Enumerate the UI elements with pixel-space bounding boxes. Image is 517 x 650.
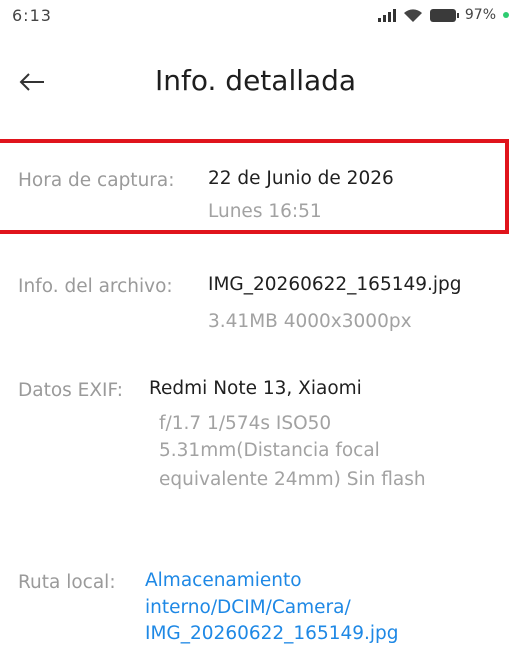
back-button[interactable] <box>10 62 54 102</box>
battery-icon <box>429 8 459 22</box>
charging-indicator-icon <box>503 12 509 18</box>
battery-percentage: 97% <box>464 7 496 23</box>
capture-date: 22 de Junio de 2026 <box>208 168 394 189</box>
exif-device: Redmi Note 13, Xiaomi <box>149 378 362 399</box>
capture-time-label: Hora de captura: <box>18 170 175 191</box>
arrow-left-icon <box>19 73 44 91</box>
exif-label: Datos EXIF: <box>18 380 123 401</box>
exif-flash: equivalente 24mm) Sin flash <box>159 469 426 490</box>
capture-day-time: Lunes 16:51 <box>208 201 322 222</box>
local-path-link-line-3[interactable]: IMG_20260622_165149.jpg <box>145 621 399 647</box>
local-path-label: Ruta local: <box>18 572 116 593</box>
file-name: IMG_20260622_165149.jpg <box>208 274 462 295</box>
wifi-icon <box>403 8 423 23</box>
file-info-label: Info. del archivo: <box>18 276 173 297</box>
exif-exposure: f/1.7 1/574s ISO50 <box>159 413 332 434</box>
app-header: Info. detallada <box>0 58 517 108</box>
signal-icon <box>377 8 396 22</box>
exif-focal-length: 5.31mm(Distancia focal <box>159 440 380 461</box>
status-icons: 97% <box>377 7 509 23</box>
status-bar: 6:13 97% <box>0 0 517 30</box>
page-title: Info. detallada <box>155 64 357 97</box>
status-time: 6:13 <box>12 6 52 25</box>
local-path-link-line-1[interactable]: Almacenamiento <box>145 568 302 594</box>
file-size-resolution: 3.41MB 4000x3000px <box>208 311 412 332</box>
local-path-link-line-2[interactable]: interno/DCIM/Camera/ <box>145 595 351 621</box>
